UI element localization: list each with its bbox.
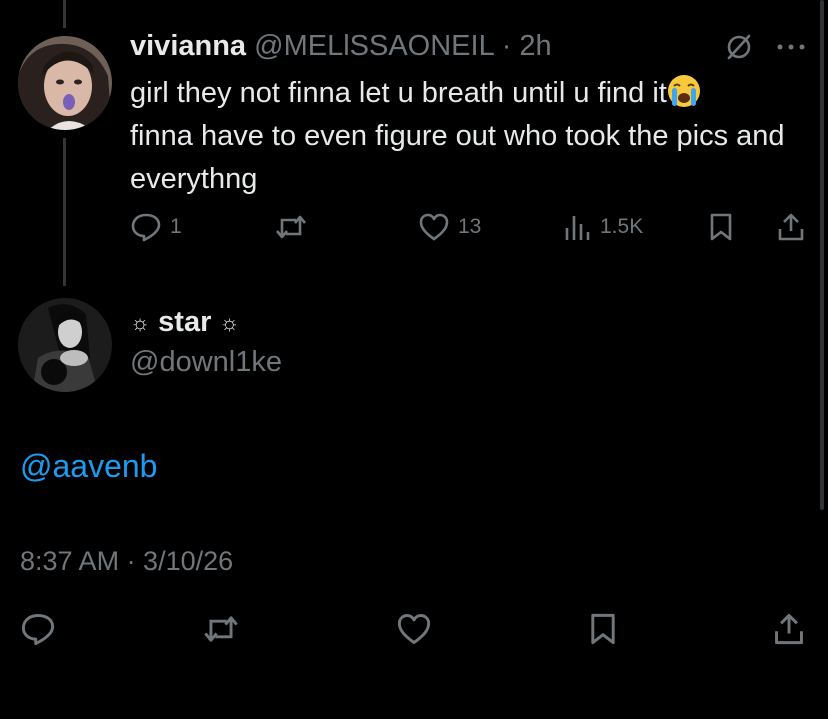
- bookmark-icon: [588, 612, 618, 646]
- tweet-text: girl they not finna let u breath until u…: [130, 72, 810, 201]
- like-count: 13: [458, 215, 482, 238]
- tweet-text-line1: girl they not finna let u breath until u…: [130, 77, 667, 109]
- share-button[interactable]: [776, 212, 806, 242]
- retweet-icon: [202, 612, 240, 646]
- display-name[interactable]: vivianna: [130, 30, 246, 62]
- reply-button[interactable]: 1: [130, 212, 182, 242]
- time-ago[interactable]: 2h: [519, 30, 551, 62]
- crying-face-emoji-icon: [667, 74, 701, 108]
- sparkle-left-icon: ☼: [130, 309, 151, 335]
- reply-count: 1: [170, 215, 182, 238]
- more-icon[interactable]: [776, 42, 806, 52]
- like-icon: [396, 612, 432, 646]
- bookmark-button[interactable]: [588, 612, 618, 646]
- retweet-icon: [274, 212, 308, 242]
- tweet-top-actions: [724, 32, 806, 62]
- hide-icon[interactable]: [724, 32, 754, 62]
- share-button[interactable]: [772, 612, 806, 646]
- tweet-header: vivianna @MELlSSAONEIL · 2h: [130, 30, 552, 63]
- reply-button[interactable]: [20, 612, 56, 646]
- views-icon: [562, 212, 592, 242]
- sparkle-right-icon: ☼: [219, 309, 240, 335]
- bookmark-button[interactable]: [708, 212, 734, 242]
- reply-icon: [130, 212, 162, 242]
- share-icon: [776, 212, 806, 242]
- tweet-actions: 1 13 1.5K: [130, 212, 810, 252]
- tweet-timestamp[interactable]: 8:37 AM · 3/10/26: [20, 546, 233, 577]
- share-icon: [772, 612, 806, 646]
- reply-display-name[interactable]: ☼ star ☼: [130, 306, 240, 339]
- views-count: 1.5K: [600, 215, 644, 238]
- mention-link[interactable]: @aavenb: [20, 448, 157, 485]
- avatar[interactable]: [18, 298, 112, 392]
- avatar[interactable]: [18, 36, 112, 130]
- retweet-button[interactable]: [202, 612, 240, 646]
- tweet-actions: [0, 612, 828, 656]
- like-icon: [418, 212, 450, 242]
- thread-line-middle: [63, 138, 66, 286]
- separator: ·: [501, 30, 512, 62]
- like-button[interactable]: 13: [418, 212, 481, 242]
- tweet-text-line2: finna have to even figure out who took t…: [130, 120, 785, 195]
- bookmark-icon: [708, 212, 734, 242]
- display-name: star: [158, 306, 212, 338]
- retweet-button[interactable]: [274, 212, 308, 242]
- views-button[interactable]: 1.5K: [562, 212, 643, 242]
- user-handle[interactable]: @MELlSSAONEIL: [254, 30, 494, 62]
- scrollbar[interactable]: [820, 0, 824, 510]
- thread-line-top: [63, 0, 66, 28]
- reply-icon: [20, 612, 56, 646]
- like-button[interactable]: [396, 612, 432, 646]
- user-handle[interactable]: @downl1ke: [130, 346, 282, 379]
